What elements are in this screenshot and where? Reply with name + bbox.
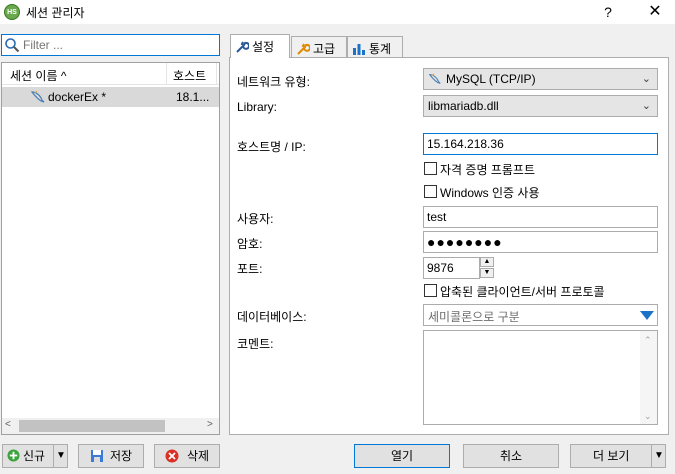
wrench-orange-icon xyxy=(297,43,311,55)
title-bar: HS 세션 관리자 ? ✕ xyxy=(0,0,675,24)
dolphin-icon xyxy=(30,90,45,103)
open-button[interactable]: 열기 xyxy=(354,444,450,468)
close-button[interactable]: ✕ xyxy=(640,1,670,23)
port-label: 포트: xyxy=(237,262,263,276)
scrollbar-thumb[interactable] xyxy=(19,420,165,432)
window-title: 세션 관리자 xyxy=(26,6,85,20)
database-select[interactable]: 세미콜론으로 구분 xyxy=(423,304,658,326)
port-down-icon[interactable]: ▼ xyxy=(480,268,494,278)
prompt-credentials-checkbox[interactable] xyxy=(424,162,437,175)
chevron-down-icon: ⌄ xyxy=(641,73,651,85)
password-label: 암호: xyxy=(237,237,263,251)
dolphin-icon xyxy=(428,73,441,84)
compressed-protocol-checkbox[interactable] xyxy=(424,284,437,297)
scroll-up-icon[interactable]: ⌃ xyxy=(644,335,652,346)
app-logo-icon: HS xyxy=(4,4,20,20)
horizontal-scrollbar[interactable]: < > xyxy=(2,418,219,434)
user-input[interactable]: test xyxy=(423,206,658,228)
tab-advanced-label: 고급 xyxy=(313,42,336,56)
more-button-label: 더 보기 xyxy=(593,449,630,463)
compressed-protocol-label: 압축된 클라이언트/서버 프로토콜 xyxy=(440,285,605,299)
search-icon xyxy=(5,38,20,53)
prompt-credentials-label: 자격 증명 프롬프트 xyxy=(440,163,535,177)
comment-label: 코멘트: xyxy=(237,337,274,351)
tab-settings[interactable]: 설정 xyxy=(230,34,290,58)
session-host-cell: 18.1... xyxy=(176,90,210,104)
network-type-select[interactable]: MySQL (TCP/IP) ⌄ xyxy=(423,68,658,90)
split-divider xyxy=(651,445,652,467)
password-input[interactable]: ●●●●●●●● xyxy=(423,231,658,253)
network-type-label: 네트워크 유형: xyxy=(237,75,310,89)
library-label: Library: xyxy=(237,100,278,114)
dropdown-arrow-icon[interactable]: ▼ xyxy=(56,445,66,467)
windows-auth-checkbox[interactable] xyxy=(424,185,437,198)
library-select[interactable]: libmariadb.dll ⌄ xyxy=(423,95,658,117)
plus-circle-icon xyxy=(7,449,20,462)
windows-auth-label: Windows 인증 사용 xyxy=(440,186,540,200)
port-up-icon[interactable]: ▲ xyxy=(480,257,494,267)
column-header-session-name[interactable]: 세션 이름 ^ xyxy=(2,63,167,85)
port-input[interactable]: 9876 xyxy=(423,257,480,279)
tab-advanced[interactable]: 고급 xyxy=(291,36,347,58)
filter-input[interactable] xyxy=(23,37,213,53)
comment-textarea[interactable]: ⌃ ⌄ xyxy=(423,330,658,425)
database-placeholder: 세미콜론으로 구분 xyxy=(428,310,520,324)
vertical-scrollbar[interactable]: ⌃ ⌄ xyxy=(640,331,657,424)
tab-settings-label: 설정 xyxy=(252,40,275,54)
filter-box[interactable] xyxy=(1,34,220,56)
library-value: libmariadb.dll xyxy=(428,99,499,113)
wrench-icon xyxy=(236,41,250,53)
tab-statistics[interactable]: 통계 xyxy=(347,36,403,58)
split-divider xyxy=(53,445,54,467)
delete-button[interactable]: 삭제 xyxy=(154,444,220,468)
dropdown-triangle-icon xyxy=(640,311,654,320)
dropdown-arrow-icon[interactable]: ▼ xyxy=(654,445,664,467)
tab-statistics-label: 통계 xyxy=(369,42,392,56)
column-header-host[interactable]: 호스트 xyxy=(167,63,217,85)
scroll-down-icon[interactable]: ⌄ xyxy=(644,411,652,422)
new-button[interactable]: 신규 ▼ xyxy=(2,444,68,468)
cancel-button[interactable]: 취소 xyxy=(463,444,559,468)
bar-chart-icon xyxy=(353,44,365,55)
more-button[interactable]: 더 보기 ▼ xyxy=(570,444,666,468)
database-label: 데이터베이스: xyxy=(237,310,307,324)
session-name-cell: dockerEx * xyxy=(48,90,107,104)
help-button[interactable]: ? xyxy=(596,2,620,22)
table-row[interactable]: dockerEx * 18.1... xyxy=(2,87,219,107)
scroll-right-icon[interactable]: > xyxy=(207,419,213,430)
session-list[interactable]: 세션 이름 ^ 호스트 dockerEx * 18.1... < > xyxy=(1,62,220,435)
floppy-disk-icon xyxy=(90,450,103,462)
delete-button-label: 삭제 xyxy=(186,449,210,463)
list-header: 세션 이름 ^ 호스트 xyxy=(2,63,219,85)
user-label: 사용자: xyxy=(237,212,274,226)
host-label: 호스트명 / IP: xyxy=(237,140,306,154)
save-button[interactable]: 저장 xyxy=(78,444,144,468)
host-input[interactable]: 15.164.218.36 xyxy=(423,133,658,155)
delete-x-icon xyxy=(165,449,179,463)
save-button-label: 저장 xyxy=(109,449,133,463)
scroll-left-icon[interactable]: < xyxy=(5,419,11,430)
chevron-down-icon: ⌄ xyxy=(641,100,651,112)
new-button-label: 신규 xyxy=(23,449,46,463)
network-type-value: MySQL (TCP/IP) xyxy=(446,72,536,86)
